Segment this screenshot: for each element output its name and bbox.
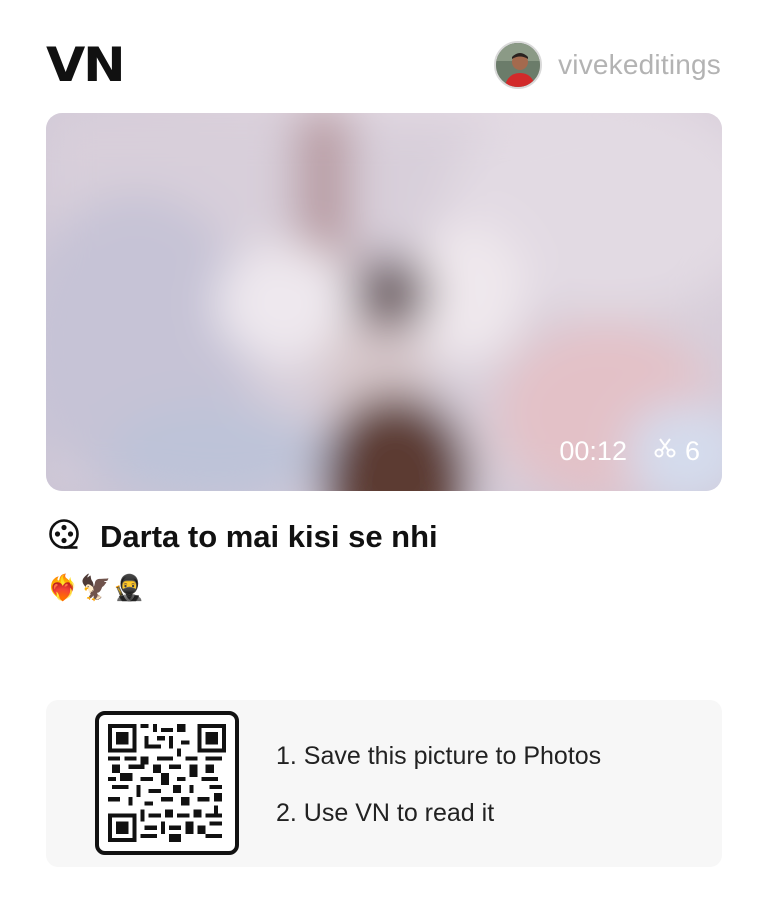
- blurred-thumbnail-image: [46, 113, 722, 491]
- qr-instructions: 1. Save this picture to Photos 2. Use VN…: [276, 742, 601, 856]
- share-card: VN vivekeditings 00:12 6 Darta to mai ki…: [0, 0, 768, 912]
- user-profile[interactable]: vivekeditings: [494, 41, 721, 89]
- video-duration: 00:12: [559, 436, 627, 466]
- emoji-caption: ❤️‍🔥 🦅 🥷: [47, 573, 144, 603]
- clip-count-value: 6: [684, 436, 700, 466]
- qr-step-1: 1. Save this picture to Photos: [276, 742, 602, 770]
- film-reel-icon: [48, 518, 80, 555]
- username[interactable]: vivekeditings: [558, 49, 721, 81]
- qr-step-2: 2. Use VN to read it: [276, 799, 495, 827]
- qr-panel: 1. Save this picture to Photos 2. Use VN…: [46, 700, 722, 867]
- project-title: Darta to mai kisi se nhi: [100, 518, 438, 554]
- clip-count: 6: [653, 436, 700, 467]
- emoji-ninja: 🥷: [113, 573, 145, 602]
- project-title-row: Darta to mai kisi se nhi: [48, 518, 438, 555]
- emoji-eagle: 🦅: [80, 573, 112, 602]
- scissors-icon: [653, 436, 677, 467]
- qr-code: [108, 724, 226, 842]
- qr-code-frame: [95, 711, 239, 855]
- video-thumbnail[interactable]: 00:12 6: [46, 113, 722, 491]
- vn-logo: VN: [46, 38, 126, 93]
- emoji-heart-fire: ❤️‍🔥: [47, 573, 79, 602]
- video-meta: 00:12 6: [559, 436, 700, 467]
- avatar[interactable]: [494, 41, 543, 89]
